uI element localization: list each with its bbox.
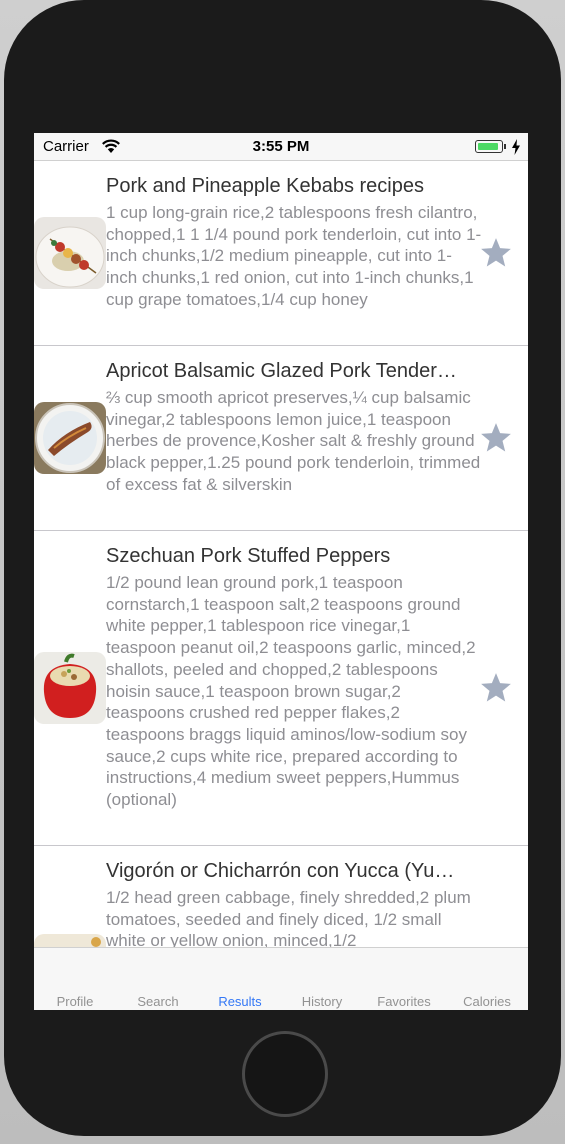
recipe-title: Pork and Pineapple Kebabs recipes [106,175,424,197]
stuffed-pepper-photo [34,652,106,724]
recipe-row[interactable]: Apricot Balsamic Glazed Pork Tender… ⅔ c… [34,346,528,531]
app-screen: Carrier 3:55 PM Pork and Pineapple Kebab… [34,133,528,1010]
recipe-title: Szechuan Pork Stuffed Peppers [106,545,391,567]
tab-search[interactable]: Search [117,994,199,1009]
kebab-photo [34,217,106,289]
tab-history[interactable]: History [281,994,363,1009]
home-button[interactable] [242,1031,328,1117]
status-time: 3:55 PM [252,138,310,155]
recipe-title: Apricot Balsamic Glazed Pork Tender… [106,360,457,382]
recipe-title: Vigorón or Chicharrón con Yucca (Yu… [106,860,455,882]
status-bar: Carrier 3:55 PM [34,133,528,161]
recipe-list[interactable]: Pork and Pineapple Kebabs recipes 1 cup … [34,161,528,947]
recipe-ingredients: 1/2 pound lean ground pork,1 teaspoon co… [106,573,476,810]
battery-icon [475,140,503,153]
battery-level [477,142,498,150]
tab-profile[interactable]: Profile [34,994,116,1009]
yucca-photo [34,934,106,947]
recipe-ingredients: 1 cup long-grain rice,2 tablespoons fres… [106,203,482,309]
star-icon[interactable] [479,236,513,270]
recipe-ingredients: ⅔ cup smooth apricot preserves,¼ cup bal… [106,388,481,494]
star-icon[interactable] [479,421,513,455]
recipe-row[interactable]: Vigorón or Chicharrón con Yucca (Yu… 1/2… [34,846,528,947]
battery-cap [504,144,506,149]
tab-favorites[interactable]: Favorites [363,994,445,1009]
star-icon[interactable] [479,671,513,705]
tab-results[interactable]: Results [199,994,281,1009]
recipe-row[interactable]: Szechuan Pork Stuffed Peppers 1/2 pound … [34,531,528,846]
tab-bar: Profile Search Results History Favorites… [34,947,528,1010]
charging-bolt-icon [512,139,520,155]
pork-tenderloin-photo [34,402,106,474]
recipe-row[interactable]: Pork and Pineapple Kebabs recipes 1 cup … [34,161,528,346]
recipe-ingredients: 1/2 head green cabbage, finely shredded,… [106,888,471,947]
tab-calories[interactable]: Calories [446,994,528,1009]
